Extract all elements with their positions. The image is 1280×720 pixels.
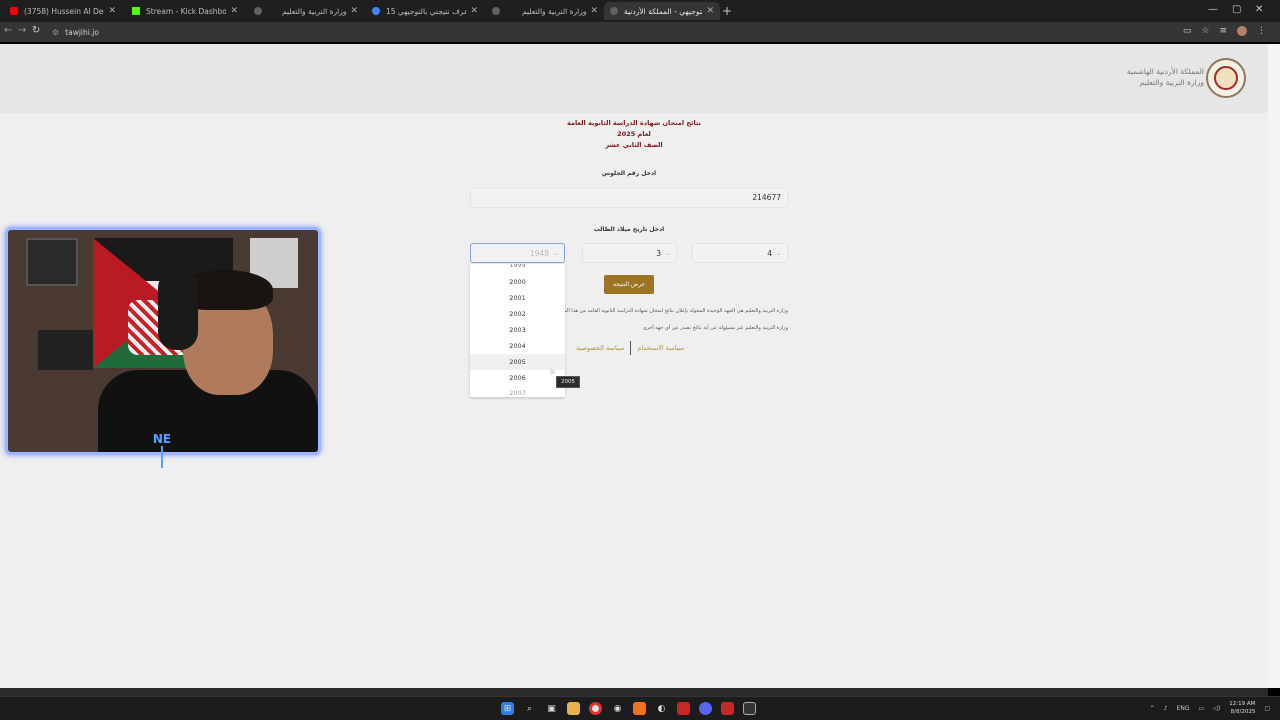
clock[interactable]: 12:19 AM 8/8/2025 — [1229, 700, 1255, 716]
chrome-icon[interactable] — [589, 702, 602, 715]
tab-kick[interactable]: Stream - Kick Dashboard ✕ — [126, 2, 244, 20]
list-item[interactable]: 2003 — [470, 322, 565, 338]
windows-taskbar: ⊞ ⌕ ▣ ◉ ◐ ⌃ ♪ ENG ▭ ◁) 12:19 AM 8/8/2025… — [0, 696, 1280, 720]
microphone-image — [38, 330, 93, 370]
list-item[interactable]: 2002 — [470, 306, 565, 322]
steam-icon[interactable]: ◐ — [655, 702, 668, 715]
back-icon[interactable]: ← — [4, 25, 12, 36]
close-window-icon[interactable]: ✕ — [1255, 4, 1263, 15]
list-item[interactable]: 1999 — [470, 264, 565, 274]
disclaimer-text: وزارة التربية والتعليم هي الجهة الوحيدة … — [556, 308, 788, 314]
kick-icon — [132, 7, 140, 15]
headset-image — [158, 270, 198, 350]
year-select[interactable]: 1948 ⌄ — [470, 243, 565, 263]
forward-icon[interactable]: → — [18, 25, 26, 36]
profile-avatar[interactable] — [1237, 26, 1247, 36]
show-result-button[interactable]: عرض النتيجة — [604, 275, 654, 294]
list-item[interactable]: 2001 — [470, 290, 565, 306]
site-info-icon[interactable]: ⚙ — [52, 28, 59, 37]
chevron-up-icon[interactable]: ⌃ — [1150, 705, 1155, 712]
close-icon[interactable]: ✕ — [350, 6, 358, 16]
jordan-emblem-icon — [1206, 58, 1246, 98]
list-item[interactable]: 2000 — [470, 274, 565, 290]
vlc-icon[interactable] — [633, 702, 646, 715]
close-icon[interactable]: ✕ — [108, 6, 116, 16]
chevron-down-icon: ⌄ — [664, 249, 670, 257]
day-select[interactable]: 4 ⌄ — [692, 243, 788, 263]
page-title: نتائج امتحان شهادة الدراسة الثانوية العا… — [567, 119, 701, 127]
page-subtitle-grade: الصف الثاني عشر — [605, 141, 663, 149]
webcam-overlay — [5, 227, 321, 455]
language-indicator[interactable]: ENG — [1177, 705, 1190, 712]
list-item[interactable]: 2004 — [470, 338, 565, 354]
minimize-icon[interactable]: — — [1208, 4, 1218, 15]
shelf-image — [26, 238, 78, 286]
year-dropdown-list: 1999 2000 2001 2002 2003 2004 2005 2006 … — [470, 264, 565, 397]
tooltip: 2005 — [556, 376, 580, 388]
browser-tab-bar: (3758) Hussein Al Deek - Ma'li ✕ Stream … — [0, 0, 1280, 22]
windows-start-icon[interactable]: ⊞ — [501, 702, 514, 715]
network-icon[interactable]: ▭ — [1199, 705, 1205, 712]
reload-icon[interactable]: ↻ — [32, 25, 40, 36]
close-icon[interactable]: ✕ — [706, 6, 714, 16]
tab-tawjihi[interactable]: نتائج التوجيهي - المملكة الأردنية ✕ — [604, 2, 720, 20]
channel-logo-icon: NE — [146, 432, 178, 472]
app-window-icon[interactable] — [743, 702, 756, 715]
extensions-icon[interactable]: ≡ — [1219, 26, 1227, 36]
volume-icon[interactable]: ◁) — [1213, 705, 1220, 712]
globe-icon — [492, 7, 500, 15]
globe-icon — [254, 7, 262, 15]
tab-blank[interactable]: وزارة التربية والتعليم ✕ — [248, 2, 364, 20]
maximize-icon[interactable]: ▢ — [1232, 4, 1241, 15]
ministry-name: المملكة الأردنية الهاشمية وزارة التربية … — [1126, 67, 1204, 87]
divider — [630, 341, 632, 355]
mic-icon[interactable]: ♪ — [1164, 705, 1168, 712]
notification-icon[interactable]: ▢ — [1264, 705, 1270, 712]
app-icon[interactable] — [677, 702, 690, 715]
privacy-link[interactable]: سياسة الخصوصية — [576, 344, 624, 352]
tab-ministry[interactable]: وزارة التربية والتعليم ✕ — [486, 2, 604, 20]
cast-icon[interactable]: ▭ — [1183, 26, 1192, 36]
discord-icon[interactable] — [699, 702, 712, 715]
disclaimer-text: وزارة التربية والتعليم غير مسؤولة عن أية… — [642, 325, 788, 331]
bookmark-star-icon[interactable]: ☆ — [1201, 26, 1209, 36]
system-tray: ⌃ ♪ ENG ▭ ◁) 12:19 AM 8/8/2025 ▢ — [1150, 700, 1270, 716]
close-icon[interactable]: ✕ — [590, 6, 598, 16]
new-tab-icon[interactable]: + — [722, 4, 732, 18]
chevron-down-icon: ⌄ — [775, 249, 781, 257]
app-red-icon[interactable] — [721, 702, 734, 715]
chevron-down-icon: ⌄ — [552, 249, 558, 257]
google-icon — [372, 7, 380, 15]
toolbar-icons: ▭ ☆ ≡ ⋮ — [1183, 26, 1266, 36]
bottom-strip — [0, 688, 1268, 696]
site-header: المملكة الأردنية الهاشمية وزارة التربية … — [0, 44, 1268, 113]
menu-icon[interactable]: ⋮ — [1257, 26, 1266, 36]
close-icon[interactable]: ✕ — [230, 6, 238, 16]
task-view-icon[interactable]: ▣ — [545, 702, 558, 715]
search-icon[interactable]: ⌕ — [523, 702, 536, 715]
tab-youtube[interactable]: (3758) Hussein Al Deek - Ma'li ✕ — [4, 2, 122, 20]
file-explorer-icon[interactable] — [567, 702, 580, 715]
page-scrollbar[interactable] — [1268, 44, 1280, 688]
footer-links: سياسة الاستخدام سياسة الخصوصية — [576, 341, 684, 355]
terms-link[interactable]: سياسة الاستخدام — [637, 344, 684, 352]
tab-search[interactable]: كيف اعرف نتيجتي بالتوجيهي 15 ✕ — [366, 2, 484, 20]
globe-icon — [610, 7, 618, 15]
seat-number-input[interactable]: 214677 — [470, 188, 788, 208]
address-bar-row: ← → ↻ ⚙ tawjihi.jo ▭ ☆ ≡ ⋮ — [0, 22, 1280, 42]
page-subtitle-year: لعام 2025 — [617, 130, 651, 138]
list-item[interactable]: 2007 — [470, 386, 565, 397]
close-icon[interactable]: ✕ — [470, 6, 478, 16]
seat-number-label: ادخل رقم الجلوس — [601, 170, 657, 177]
url-field[interactable]: ⚙ tawjihi.jo — [52, 25, 1162, 39]
month-select[interactable]: 3 ⌄ — [582, 243, 677, 263]
youtube-icon — [10, 7, 18, 15]
obs-icon[interactable]: ◉ — [611, 702, 624, 715]
